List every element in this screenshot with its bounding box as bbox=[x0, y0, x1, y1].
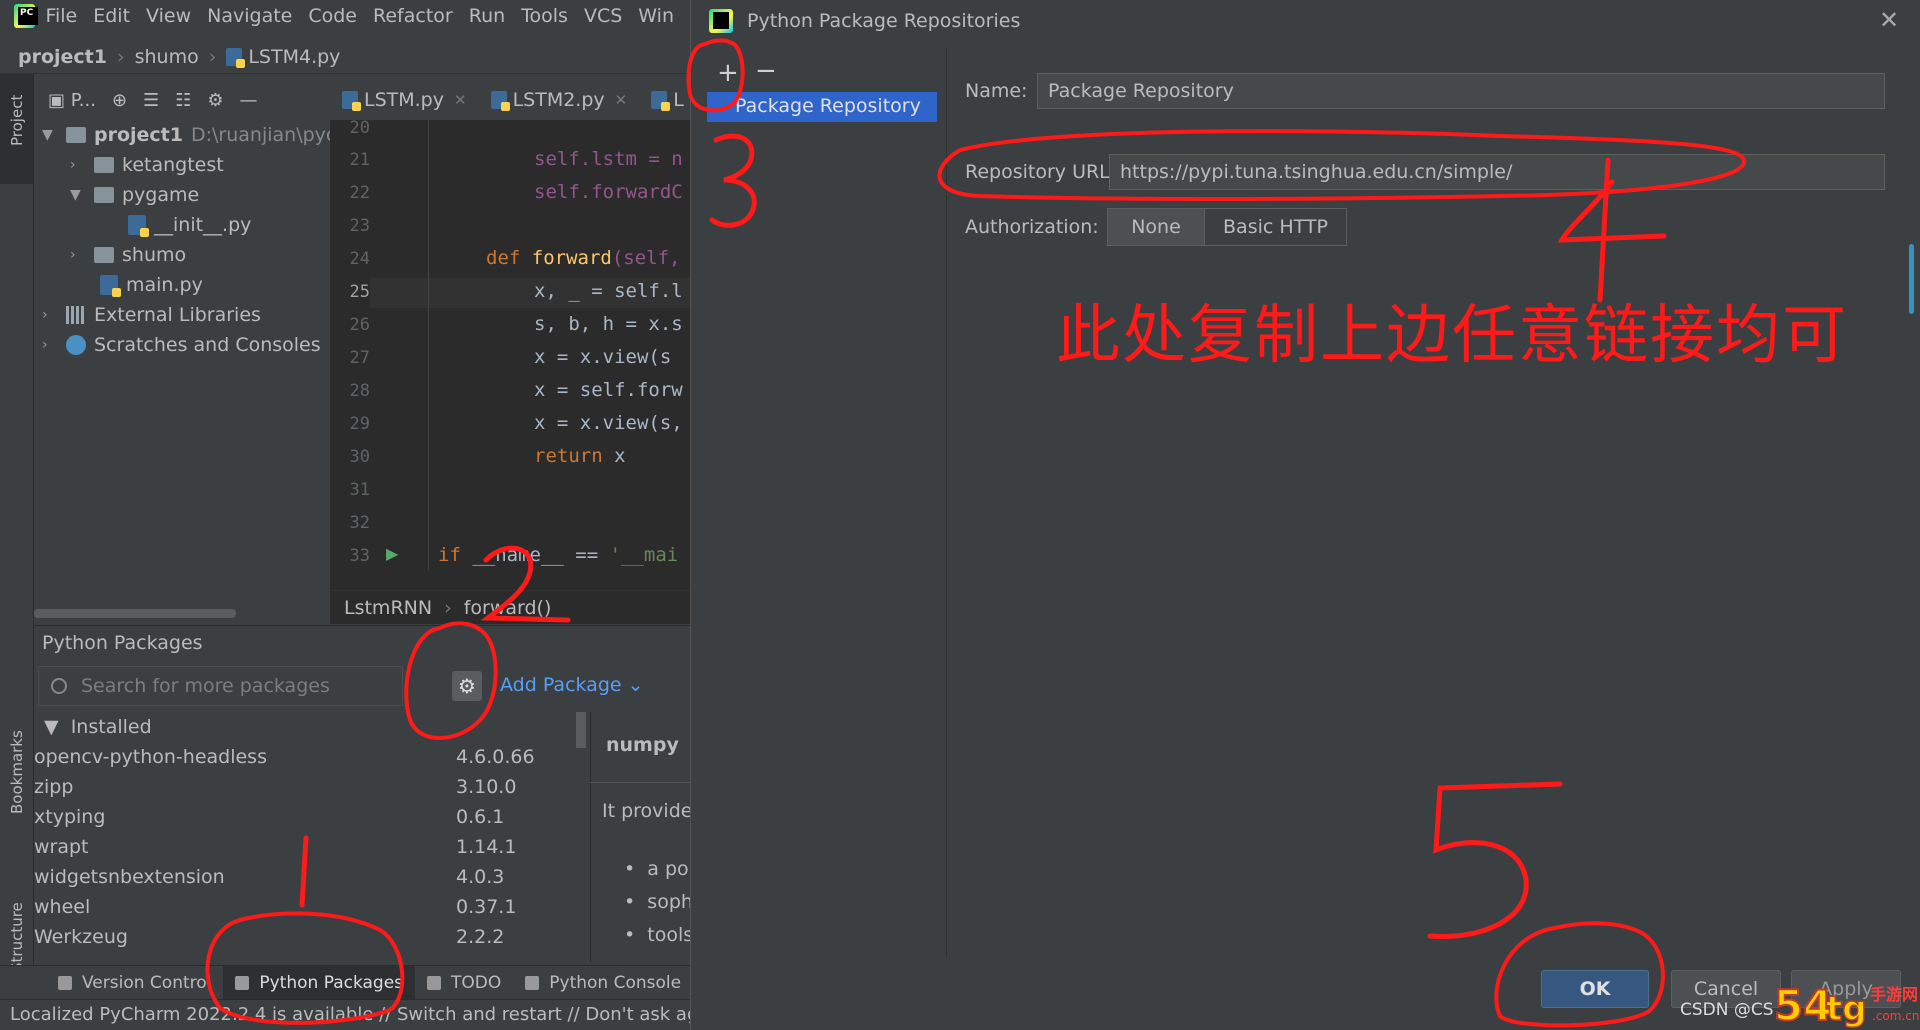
annotation-circle-ok bbox=[1494, 921, 1665, 1028]
csdn-watermark: CSDN @CS bbox=[1680, 1000, 1774, 1020]
annotation-circle-add bbox=[686, 38, 745, 113]
annotation-ellipse-url bbox=[937, 129, 1747, 201]
annotation-number-3 bbox=[709, 133, 757, 228]
annotation-circle-gear bbox=[404, 621, 498, 740]
site-logo-icon: 54 tg 手游网 .com.cn bbox=[1773, 980, 1919, 1030]
svg-text:.com.cn: .com.cn bbox=[1872, 1009, 1919, 1023]
annotation-number-1 bbox=[299, 835, 309, 908]
annotation-number-5 bbox=[1427, 781, 1563, 939]
annotation-overlay bbox=[205, 38, 1747, 1028]
annotation-number-2 bbox=[480, 545, 571, 623]
svg-text:54: 54 bbox=[1774, 981, 1832, 1030]
site-watermark-logo: 54 tg 手游网 .com.cn bbox=[1772, 976, 1920, 1030]
svg-text:手游网: 手游网 bbox=[1870, 985, 1918, 1004]
svg-text:tg: tg bbox=[1826, 989, 1867, 1029]
annotation-number-4 bbox=[1557, 157, 1667, 303]
annotation-circle-python-packages bbox=[205, 911, 405, 1025]
